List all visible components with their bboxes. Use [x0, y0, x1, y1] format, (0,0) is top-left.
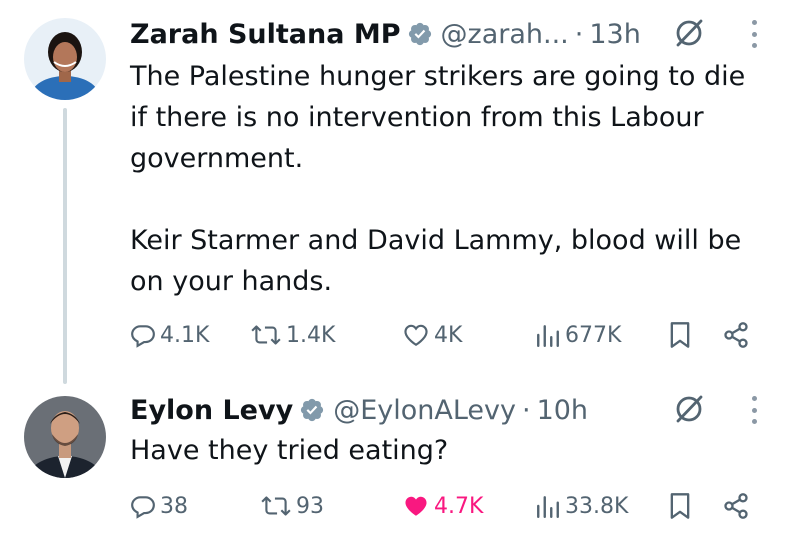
- share-button[interactable]: [722, 486, 750, 526]
- tweet-text: Have they tried eating?: [130, 430, 770, 471]
- avatar-zarah-sultana[interactable]: [24, 18, 106, 100]
- share-icon: [722, 321, 750, 349]
- repost-button[interactable]: 1.4K: [250, 315, 335, 355]
- grok-icon[interactable]: [670, 390, 708, 428]
- views-button[interactable]: 677K: [535, 315, 621, 355]
- repost-count: 93: [296, 493, 324, 519]
- bookmark-button[interactable]: [668, 486, 692, 526]
- bookmark-button[interactable]: [668, 315, 692, 355]
- tweet-paragraph: Keir Starmer and David Lammy, blood will…: [130, 225, 742, 297]
- author-name[interactable]: Eylon Levy: [130, 395, 293, 426]
- view-count: 33.8K: [565, 493, 629, 519]
- more-options-icon[interactable]: [744, 16, 764, 52]
- reply-icon: [130, 493, 156, 519]
- view-count: 677K: [565, 322, 622, 348]
- action-bar: 4.1K 1.4K 4K 677K: [130, 315, 760, 355]
- like-count: 4.7K: [434, 493, 484, 519]
- author-name[interactable]: Zarah Sultana MP: [130, 19, 401, 50]
- views-icon: [535, 322, 561, 348]
- repost-icon: [250, 322, 282, 348]
- like-count: 4K: [434, 322, 463, 348]
- grok-icon[interactable]: [670, 14, 708, 52]
- tweet-header: Zarah Sultana MP @zarah... · 13h: [130, 14, 641, 54]
- reply-count: 38: [160, 493, 188, 519]
- repost-icon: [260, 493, 292, 519]
- like-icon: [402, 322, 430, 348]
- avatar-eylon-levy[interactable]: [24, 396, 106, 478]
- views-button[interactable]: 33.8K: [535, 486, 628, 526]
- separator-dot: ·: [521, 394, 531, 426]
- more-options-icon[interactable]: [744, 392, 764, 428]
- like-button[interactable]: 4.7K: [402, 486, 483, 526]
- tweet-header: Eylon Levy @EylonALevy · 10h: [130, 390, 588, 430]
- tweet-timestamp[interactable]: 13h: [589, 19, 640, 50]
- author-handle[interactable]: @zarah...: [441, 19, 569, 50]
- reply-icon: [130, 322, 156, 348]
- repost-button[interactable]: 93: [260, 486, 324, 526]
- bookmark-icon: [668, 492, 692, 520]
- tweet-1[interactable]: Zarah Sultana MP @zarah... · 13h The Pal…: [0, 0, 795, 384]
- tweet-text: The Palestine hunger strikers are going …: [130, 56, 770, 302]
- bookmark-icon: [668, 321, 692, 349]
- share-button[interactable]: [722, 315, 750, 355]
- tweet-paragraph: The Palestine hunger strikers are going …: [130, 61, 746, 174]
- verified-badge-icon: [407, 21, 433, 47]
- tweet-timestamp[interactable]: 10h: [537, 395, 588, 426]
- views-icon: [535, 493, 561, 519]
- share-icon: [722, 492, 750, 520]
- tweet-2[interactable]: Eylon Levy @EylonALevy · 10h Have they t…: [0, 384, 795, 540]
- reply-button[interactable]: 38: [130, 486, 188, 526]
- author-handle[interactable]: @EylonALevy: [333, 395, 516, 426]
- like-button[interactable]: 4K: [402, 315, 462, 355]
- reply-count: 4.1K: [160, 322, 210, 348]
- repost-count: 1.4K: [286, 322, 336, 348]
- separator-dot: ·: [574, 18, 584, 50]
- like-icon-filled: [402, 493, 430, 519]
- reply-button[interactable]: 4.1K: [130, 315, 209, 355]
- action-bar: 38 93 4.7K 33.8K: [130, 486, 760, 526]
- tweet-paragraph: Have they tried eating?: [130, 435, 449, 466]
- verified-badge-icon: [299, 397, 325, 423]
